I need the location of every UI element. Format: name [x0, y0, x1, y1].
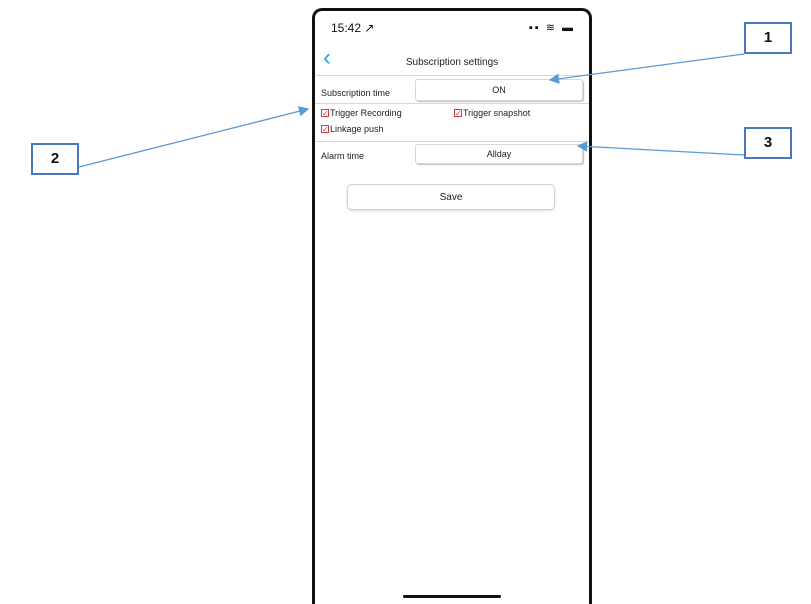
callout-arrows [78, 53, 745, 168]
callout-3-arrow [576, 141, 745, 156]
callout-1-arrow [548, 53, 745, 84]
callout-2: 2 [31, 143, 79, 175]
callout-2-arrow [78, 106, 310, 168]
callout-1: 1 [744, 22, 792, 54]
callout-3: 3 [744, 127, 792, 159]
